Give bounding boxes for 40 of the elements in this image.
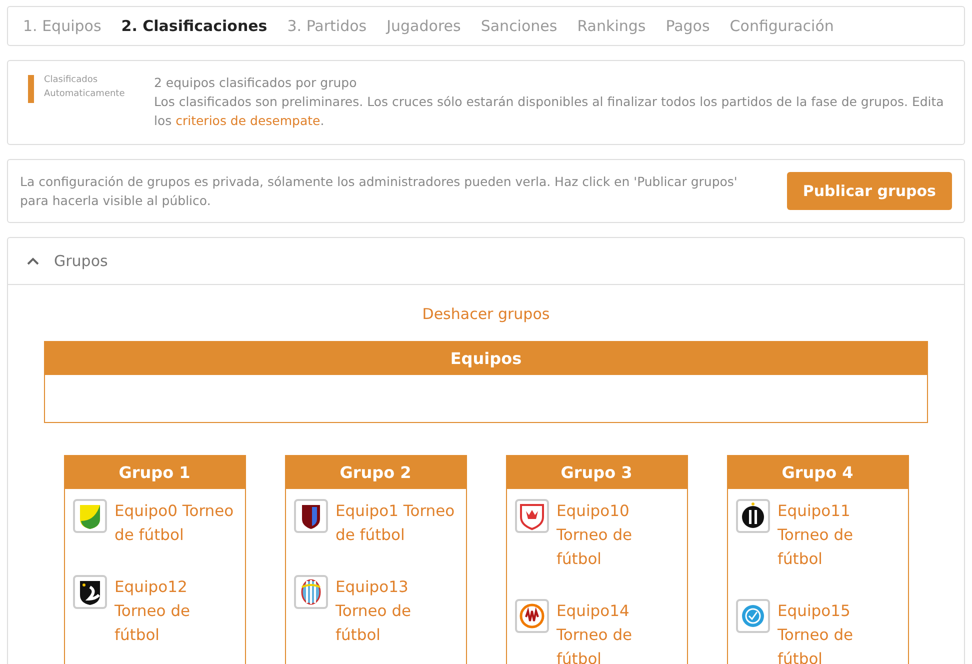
crest-icon [736,499,770,533]
group-header: Grupo 2 [286,456,466,489]
nav-tab[interactable]: Pagos [666,17,710,35]
pool-header: Equipos [45,342,927,375]
team-link[interactable]: Equipo13 Torneo de fútbol [336,575,458,647]
nav-tab[interactable]: Rankings [577,17,646,35]
team-link[interactable]: Equipo10 Torneo de fútbol [556,499,678,571]
undo-link[interactable]: Deshacer grupos [422,305,550,323]
team-link[interactable]: Equipo12 Torneo de fútbol [114,575,236,647]
privacy-message: La configuración de grupos es privada, sólamente los administradores pueden verla. Haz click en 'Publicar grupos' para hacerla visible al público. [20,173,738,210]
nav-tab[interactable]: 3. Partidos [287,17,367,35]
team-link[interactable]: Equipo14 Torneo de fútbol [556,599,678,664]
section-title: Grupos [54,252,108,270]
nav-tab[interactable]: 2. Clasificaciones [121,17,268,35]
crest-icon [514,599,548,633]
publish-button[interactable]: Publicar grupos [786,172,952,210]
group-header: Grupo 4 [728,456,908,489]
qualify-note: Los clasificados son preliminares. Los cruces sólo estarán disponibles al finalizar todos los partidos de la fase de grupos. Edita los criterios de desempate. [154,93,944,130]
nav-tab[interactable]: Configuración [730,17,834,35]
nav-tab[interactable]: Jugadores [386,17,461,35]
nav-tab[interactable]: Sanciones [480,17,558,35]
qualify-summary: 2 equipos clasificados por grupo [154,74,358,92]
team-link[interactable]: Equipo1 Torneo de fútbol [336,499,458,547]
tiebreak-link[interactable]: criterios de desempate [176,113,320,128]
section-header[interactable]: Grupos [8,238,964,285]
qualify-label: Clasificados [44,74,99,87]
crest-icon [72,575,106,609]
group-header: Grupo 3 [506,456,686,489]
crest-icon [736,599,770,633]
team-link[interactable]: Equipo15 Torneo de fútbol [778,599,900,664]
crest-icon [514,499,548,533]
team-link[interactable]: Equipo0 Torneo de fútbol [114,499,236,547]
crest-icon [294,499,328,533]
team-link[interactable]: Equipo11 Torneo de fútbol [778,499,900,571]
nav-tab[interactable]: 1. Equipos [23,17,102,35]
accent-bar [28,75,34,103]
qualify-label: Automaticamente [44,88,126,101]
crest-icon [72,499,106,533]
crest-icon [294,575,328,609]
group-header: Grupo 1 [64,456,244,489]
